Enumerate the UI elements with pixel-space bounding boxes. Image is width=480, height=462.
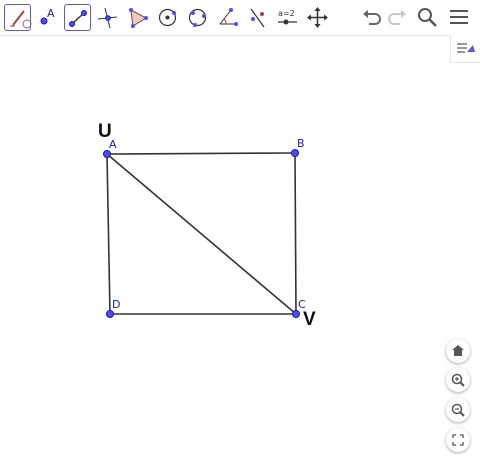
perpendicular-line-tool-button[interactable] <box>94 4 121 31</box>
standard-view-button[interactable] <box>446 339 470 363</box>
polygon-icon <box>129 8 148 28</box>
circle-center-tool-button[interactable] <box>154 4 181 31</box>
handwritten-v: V <box>303 309 316 330</box>
circle-three-points-icon <box>188 8 207 27</box>
point-c[interactable] <box>292 310 300 318</box>
undo-icon <box>363 10 381 25</box>
segment-ac[interactable] <box>106 153 297 315</box>
point-d-label: D <box>112 298 120 311</box>
angle-tool-button[interactable] <box>214 4 241 31</box>
segment-tool-button[interactable] <box>64 4 91 31</box>
pen-icon <box>10 10 32 29</box>
point-tool-button[interactable]: A <box>34 4 61 31</box>
move-view-tool-button[interactable] <box>304 4 331 31</box>
search-button[interactable] <box>415 5 439 29</box>
zoom-in-icon <box>451 373 465 387</box>
pen-tool-button[interactable] <box>4 4 32 31</box>
fullscreen-button[interactable] <box>446 428 470 452</box>
redo-button[interactable] <box>385 5 409 29</box>
move-arrows-icon <box>307 7 328 28</box>
point-b[interactable] <box>291 149 299 157</box>
circle-three-points-tool-button[interactable] <box>184 4 211 31</box>
toolbar: A a=2 <box>0 0 480 36</box>
search-icon <box>418 8 437 27</box>
point-b-label: B <box>297 137 305 150</box>
zoom-out-icon <box>451 403 465 417</box>
reflect-icon <box>250 8 265 28</box>
point-icon: A <box>40 7 55 25</box>
point-d[interactable] <box>106 310 114 318</box>
undo-button[interactable] <box>360 5 384 29</box>
handwritten-u: U <box>98 121 112 142</box>
segment-icon <box>69 10 87 27</box>
zoom-in-button[interactable] <box>446 368 470 392</box>
hamburger-menu-icon <box>450 10 468 24</box>
slider-tool-label: a=2 <box>278 9 295 18</box>
segment-bc[interactable] <box>294 152 297 315</box>
graphics-view[interactable]: A B C D U V <box>0 36 480 462</box>
perpendicular-line-icon <box>97 7 118 29</box>
fullscreen-icon <box>452 434 464 446</box>
segment-da[interactable] <box>106 153 111 315</box>
slider-icon: a=2 <box>278 9 297 25</box>
redo-icon <box>388 10 406 25</box>
segment-ab[interactable] <box>106 152 296 155</box>
reflect-tool-button[interactable] <box>244 4 271 31</box>
home-icon <box>452 345 464 356</box>
polygon-tool-button[interactable] <box>124 4 151 31</box>
point-a[interactable] <box>103 150 111 158</box>
main-menu-button[interactable] <box>447 5 471 29</box>
zoom-out-button[interactable] <box>446 398 470 422</box>
point-tool-label: A <box>47 7 55 20</box>
circle-center-icon <box>158 8 177 27</box>
angle-icon <box>219 8 238 26</box>
slider-tool-button[interactable]: a=2 <box>274 4 301 31</box>
